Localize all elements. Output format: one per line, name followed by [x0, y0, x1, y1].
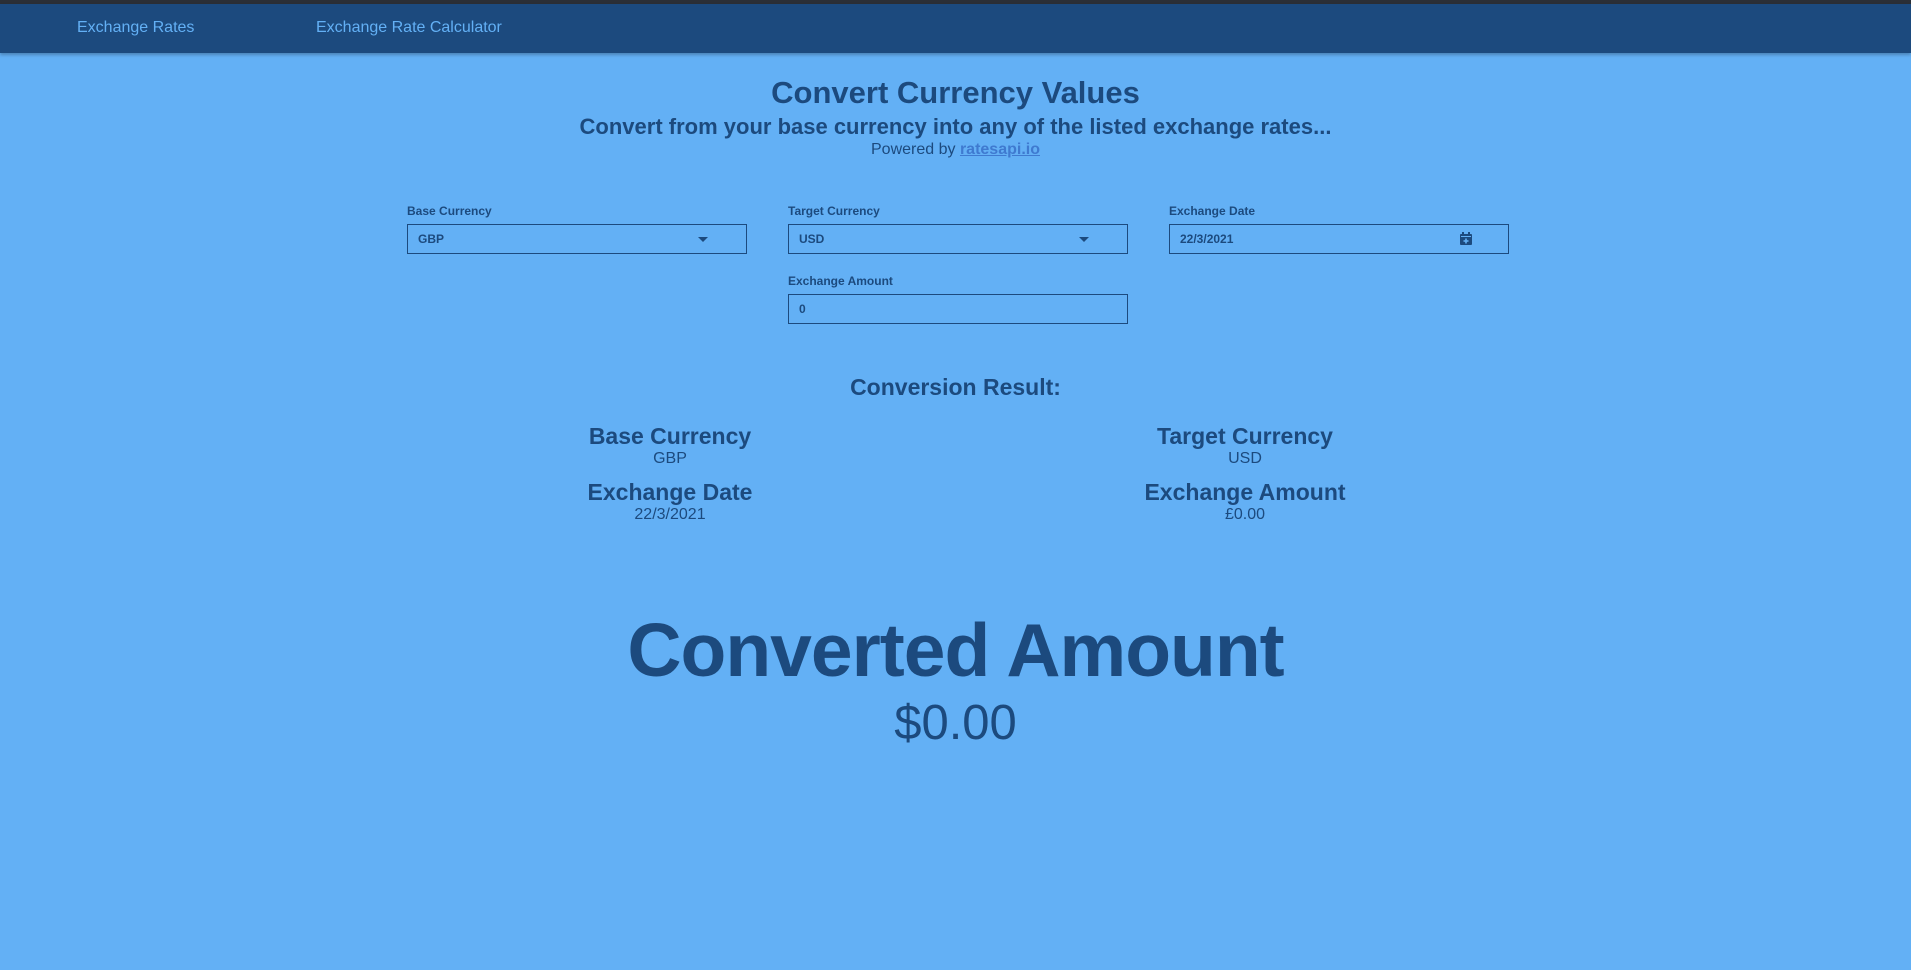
result-base-currency-label: Base Currency [588, 423, 752, 449]
result-exchange-date-value: 22/3/2021 [634, 506, 706, 523]
result-exchange-amount-value: £0.00 [1224, 506, 1266, 523]
nav-link-exchange-rates[interactable]: Exchange Rates [77, 19, 194, 37]
result-target-currency-value: USD [1228, 450, 1262, 467]
result-base-currency: Base Currency GBP [520, 423, 820, 469]
page-subtitle: Convert from your base currency into any… [579, 114, 1332, 139]
conversion-result-title: Conversion Result: [850, 374, 1061, 400]
page-header: Convert Currency Values Convert from you… [0, 72, 1911, 160]
caret-down-icon [698, 237, 708, 242]
result-exchange-amount: Exchange Amount £0.00 [1095, 479, 1395, 525]
exchange-amount-value: 0 [799, 302, 806, 316]
target-currency-select[interactable]: USD [788, 224, 1128, 254]
base-currency-field: Base Currency GBP [407, 203, 747, 254]
result-exchange-date-label: Exchange Date [587, 479, 753, 505]
powered-by-text: Powered by [871, 141, 956, 158]
exchange-amount-label: Exchange Amount [788, 274, 893, 288]
converted-amount-section: Converted Amount $0.00 [0, 605, 1911, 751]
converted-amount-value: $0.00 [894, 696, 1017, 750]
exchange-amount-input[interactable]: 0 [788, 294, 1128, 324]
converted-amount-title: Converted Amount [627, 608, 1284, 692]
exchange-date-field: Exchange Date 22/3/2021 [1169, 203, 1509, 254]
calendar-icon[interactable] [1459, 232, 1473, 246]
exchange-date-input[interactable]: 22/3/2021 [1169, 224, 1509, 254]
target-currency-value: USD [799, 232, 825, 246]
exchange-amount-field: Exchange Amount 0 [788, 273, 1128, 324]
caret-down-icon [1079, 237, 1089, 242]
base-currency-value: GBP [418, 232, 445, 246]
result-exchange-date: Exchange Date 22/3/2021 [520, 479, 820, 525]
base-currency-select[interactable]: GBP [407, 224, 747, 254]
target-currency-label: Target Currency [788, 204, 880, 218]
exchange-date-label: Exchange Date [1169, 204, 1256, 218]
base-currency-label: Base Currency [407, 204, 492, 218]
target-currency-field: Target Currency USD [788, 203, 1128, 254]
powered-by: Powered by ratesapi.io [0, 140, 1911, 160]
result-target-currency: Target Currency USD [1095, 423, 1395, 469]
result-base-currency-value: GBP [653, 450, 687, 467]
top-navbar: Exchange Rates Exchange Rate Calculator [0, 4, 1911, 53]
ratesapi-link[interactable]: ratesapi.io [960, 141, 1040, 158]
result-exchange-amount-label: Exchange Amount [1144, 479, 1346, 505]
result-target-currency-label: Target Currency [1157, 423, 1333, 449]
exchange-date-value: 22/3/2021 [1180, 232, 1234, 246]
page-title: Convert Currency Values [771, 75, 1140, 110]
nav-link-exchange-rate-calculator[interactable]: Exchange Rate Calculator [316, 19, 502, 37]
